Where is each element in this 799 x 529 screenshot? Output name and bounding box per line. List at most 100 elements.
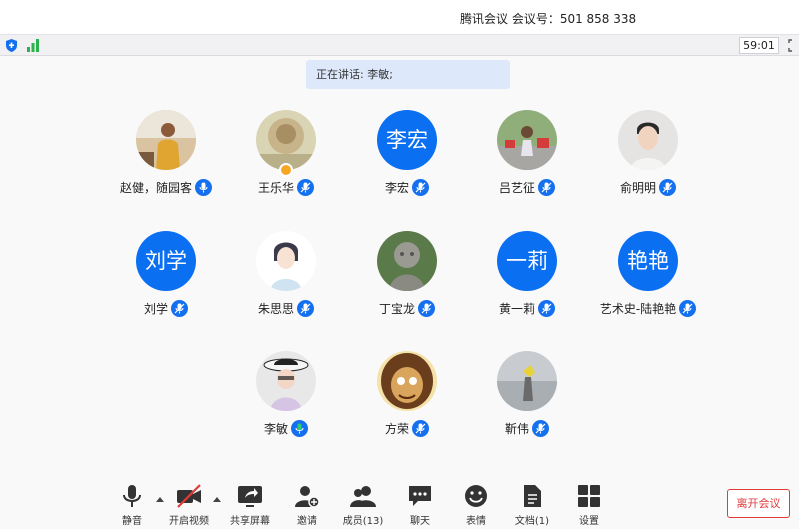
- status-bar: 59:01: [0, 35, 799, 56]
- participant-name-row: 方荣: [342, 418, 472, 438]
- participant-name-row: 吕艺征: [462, 177, 592, 197]
- settings-button[interactable]: 设置: [559, 484, 619, 529]
- participant-avatar: [256, 231, 316, 291]
- add-user-icon: [295, 486, 320, 508]
- participant-name: 赵健，随园客: [119, 181, 192, 195]
- participant-tile[interactable]: 一莉 黄一莉: [462, 231, 592, 331]
- chat-label: 聊天: [410, 516, 430, 527]
- settings-grid-icon: [578, 485, 600, 507]
- participant-tile[interactable]: 王乐华: [221, 110, 351, 210]
- members-icon: [350, 486, 376, 507]
- mute-button[interactable]: 静音: [102, 484, 162, 529]
- leave-meeting-button[interactable]: 离开会议: [727, 489, 790, 518]
- participant-name: 靳伟: [504, 422, 529, 436]
- mic-speaking-icon[interactable]: [291, 420, 308, 437]
- participant-avatar: [618, 110, 678, 170]
- participant-tile[interactable]: 刘学 刘学: [101, 231, 231, 331]
- mic-muted-icon[interactable]: [659, 179, 676, 196]
- participant-avatar: [377, 231, 437, 291]
- participant-name-row: 刘学: [101, 298, 231, 318]
- participant-avatar-text: 艳艳: [618, 231, 678, 291]
- settings-label: 设置: [579, 516, 599, 527]
- participant-name: 王乐华: [257, 181, 294, 195]
- participant-name-row: 朱思思: [221, 298, 351, 318]
- participant-avatar: [377, 351, 437, 411]
- mute-label: 静音: [122, 516, 142, 527]
- participant-name-row: 李宏: [342, 177, 472, 197]
- participant-tile[interactable]: 吕艺征: [462, 110, 592, 210]
- participant-avatar-text: 一莉: [497, 231, 557, 291]
- participant-tile[interactable]: 靳伟: [462, 351, 592, 451]
- participant-avatar-text: 刘学: [136, 231, 196, 291]
- mic-muted-icon[interactable]: [418, 300, 435, 317]
- participant-name: 艺术史-陆艳艳: [599, 302, 677, 316]
- participant-tile[interactable]: 赵健，随园客: [101, 110, 231, 210]
- invite-button[interactable]: 邀请: [277, 484, 337, 529]
- participant-tile[interactable]: 李敏: [221, 351, 351, 451]
- emoji-icon: [465, 485, 487, 507]
- participant-avatar: [136, 110, 196, 170]
- participant-name-row: 艺术史-陆艳艳: [583, 298, 713, 318]
- participant-name: 李敏: [263, 422, 288, 436]
- microphone-icon: [123, 485, 141, 507]
- members-label: 成员(13): [342, 516, 384, 527]
- participant-tile[interactable]: 方荣: [342, 351, 472, 451]
- participant-name: 方荣: [384, 422, 409, 436]
- invite-label: 邀请: [297, 516, 317, 527]
- participant-tile[interactable]: 朱思思: [221, 231, 351, 331]
- mic-muted-icon[interactable]: [538, 300, 555, 317]
- members-button[interactable]: 成员(13): [333, 484, 393, 529]
- participant-name: 吕艺征: [498, 181, 535, 195]
- participant-name-row: 黄一莉: [462, 298, 592, 318]
- chat-button[interactable]: 聊天: [390, 484, 450, 529]
- mic-muted-icon[interactable]: [538, 179, 555, 196]
- host-badge-icon: [279, 163, 293, 177]
- participant-name-row: 李敏: [221, 418, 351, 438]
- meeting-window: 腾讯会议 会议号：501 858 338 59:01 正在讲话: 李敏; 赵健，…: [0, 0, 799, 529]
- participant-avatar: [497, 351, 557, 411]
- emoji-button[interactable]: 表情: [446, 484, 506, 529]
- participant-name: 黄一莉: [498, 302, 535, 316]
- mic-muted-icon[interactable]: [297, 300, 314, 317]
- start-video-button[interactable]: 开启视频: [159, 484, 219, 529]
- document-icon: [524, 485, 541, 507]
- participant-name-row: 靳伟: [462, 418, 592, 438]
- participant-name: 李宏: [384, 181, 409, 195]
- docs-label: 文档(1): [514, 516, 550, 527]
- title-bar: 腾讯会议 会议号：501 858 338: [0, 0, 799, 35]
- video-label: 开启视频: [169, 516, 209, 527]
- mic-icon[interactable]: [195, 179, 212, 196]
- video-off-icon: [177, 484, 201, 508]
- participant-tile[interactable]: 艳艳 艺术史-陆艳艳: [583, 231, 713, 331]
- participant-avatar: [497, 110, 557, 170]
- mic-muted-icon[interactable]: [532, 420, 549, 437]
- network-signal-icon[interactable]: [26, 38, 40, 52]
- participant-name: 俞明明: [619, 181, 656, 195]
- participant-tile[interactable]: 李宏 李宏: [342, 110, 472, 210]
- fullscreen-icon[interactable]: [788, 39, 799, 52]
- share-screen-button[interactable]: 共享屏幕: [220, 484, 280, 529]
- mic-muted-icon[interactable]: [412, 420, 429, 437]
- share-screen-icon: [238, 486, 262, 507]
- speaking-banner: 正在讲话: 李敏;: [306, 60, 510, 89]
- mic-muted-icon[interactable]: [171, 300, 188, 317]
- meeting-timer: 59:01: [739, 37, 779, 54]
- meeting-toolbar: 静音 开启视频 共享屏幕 邀请 成员(13) 聊天 表情 文档(1) 设置: [0, 478, 799, 529]
- mic-muted-icon[interactable]: [679, 300, 697, 317]
- window-title: 腾讯会议 会议号：501 858 338: [460, 12, 637, 26]
- mic-muted-icon[interactable]: [297, 179, 314, 196]
- participant-avatar: [256, 110, 316, 170]
- docs-button[interactable]: 文档(1): [502, 484, 562, 529]
- participant-name: 朱思思: [257, 302, 294, 316]
- mic-muted-icon[interactable]: [412, 179, 429, 196]
- participant-tile[interactable]: 丁宝龙: [342, 231, 472, 331]
- participant-name-row: 赵健，随园客: [101, 177, 231, 197]
- participant-avatar: [256, 351, 316, 411]
- chat-icon: [409, 486, 431, 506]
- participant-name-row: 丁宝龙: [342, 298, 472, 318]
- participant-tile[interactable]: 俞明明: [583, 110, 713, 210]
- security-shield-icon[interactable]: [6, 39, 17, 52]
- participant-name-row: 俞明明: [583, 177, 713, 197]
- participant-name: 丁宝龙: [378, 302, 415, 316]
- share-label: 共享屏幕: [230, 516, 270, 527]
